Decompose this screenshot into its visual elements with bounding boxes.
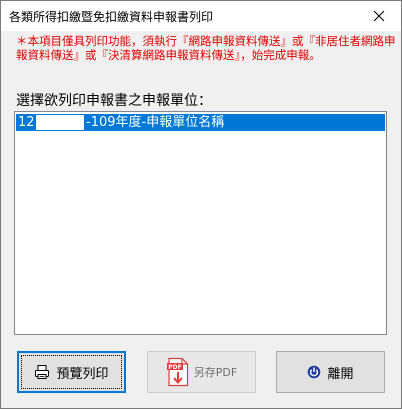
close-icon <box>373 10 385 22</box>
title-bar[interactable]: 各類所得扣繳暨免扣繳資料申報書列印 <box>1 1 401 31</box>
redacted-block <box>36 115 84 130</box>
print-preview-label: 預覽列印 <box>56 366 109 382</box>
pdf-icon-text: PDF <box>168 364 181 371</box>
window-title: 各類所得扣繳暨免扣繳資料申報書列印 <box>9 10 214 24</box>
dialog-window: 各類所得扣繳暨免扣繳資料申報書列印 ＊本項目僅具列印功能，須執行『網路申報資料傳… <box>0 0 402 409</box>
printer-icon <box>35 365 50 379</box>
filing-notice: ＊本項目僅具列印功能，須執行『網路申報資料傳送』或『非居住者網路申報資料傳送』或… <box>16 34 396 62</box>
pdf-file-icon: PDF <box>166 357 188 387</box>
filing-unit-listbox[interactable]: 12 -109年度-申報單位名稱 <box>14 111 387 335</box>
unit-description: -109年度-申報單位名稱 <box>86 115 225 130</box>
save-pdf-button[interactable]: PDF 另存PDF <box>147 351 256 393</box>
exit-label: 離開 <box>327 366 354 382</box>
exit-icon <box>308 365 321 379</box>
unit-code: 12 <box>18 115 35 130</box>
close-button[interactable] <box>357 1 401 31</box>
print-preview-button[interactable]: 預覽列印 <box>17 351 126 393</box>
select-unit-prompt: 選擇欲列印申報書之申報單位： <box>16 93 212 109</box>
save-pdf-label: 另存PDF <box>193 366 238 379</box>
list-item[interactable]: 12 -109年度-申報單位名稱 <box>16 114 385 131</box>
exit-button[interactable]: 離開 <box>276 351 385 393</box>
